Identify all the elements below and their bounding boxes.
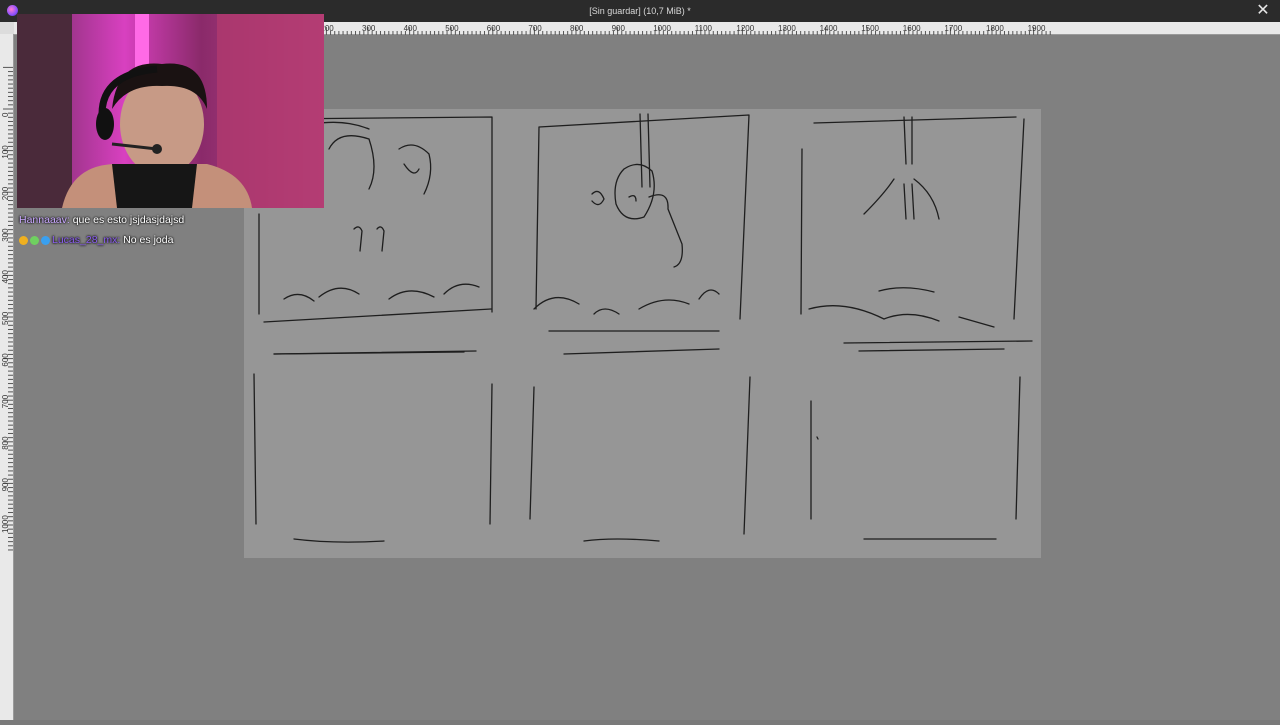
ruler-label: 500 — [445, 24, 459, 33]
ruler-label: 400 — [404, 24, 418, 33]
ruler-label: 900 — [1, 478, 10, 492]
ruler-label: 100 — [1, 145, 10, 159]
badge-icon — [19, 235, 28, 245]
ruler-label: 700 — [528, 24, 542, 33]
ruler-label: 1000 — [1, 515, 10, 533]
ruler-label: 900 — [612, 24, 626, 33]
panel-2 — [533, 113, 750, 355]
chat-message: Lucas_28_mx: No es joda — [19, 230, 184, 250]
badge-icon — [30, 235, 39, 245]
ruler-label: 800 — [570, 24, 584, 33]
storyboard-sketch — [253, 113, 1033, 543]
drawing-canvas[interactable] — [244, 109, 1041, 558]
bottom-row-panels — [253, 350, 1021, 543]
ruler-label: 300 — [1, 228, 10, 242]
badge-icon — [41, 235, 50, 245]
ruler-label: 200 — [1, 186, 10, 200]
ruler-label: 500 — [1, 311, 10, 325]
ruler-label: 1100 — [695, 24, 713, 33]
chat-overlay: Hannaaav: que es esto jsjdasjdajsd Lucas… — [19, 210, 184, 250]
ruler-label: 1700 — [944, 24, 962, 33]
chat-username: Hannaaav: — [19, 214, 70, 226]
chat-text: No es joda — [123, 234, 174, 246]
ruler-label: 300 — [362, 24, 376, 33]
ruler-label: 1600 — [903, 24, 921, 33]
ruler-label: 1300 — [778, 24, 796, 33]
chat-username: Lucas_28_mx: — [52, 234, 121, 246]
chat-text: que es esto jsjdasjdajsd — [72, 214, 185, 226]
webcam-overlay — [17, 14, 324, 208]
close-icon[interactable]: ✕ — [1254, 2, 1272, 20]
ruler-label: 1200 — [736, 24, 754, 33]
vertical-ruler[interactable]: 0 100 200 300 400 500 600 700 800 900 1000 — [0, 34, 14, 720]
ruler-label: 600 — [487, 24, 501, 33]
ruler-corner — [0, 22, 14, 34]
ruler-label: 600 — [1, 353, 10, 367]
ruler-label: 700 — [1, 394, 10, 408]
chat-message: Hannaaav: que es esto jsjdasjdajsd — [19, 210, 184, 230]
ruler-label: 1500 — [861, 24, 879, 33]
ruler-label: 1000 — [653, 24, 671, 33]
ruler-label: 0 — [1, 112, 10, 117]
ruler-label: 1400 — [820, 24, 838, 33]
ruler-label: 1900 — [1028, 24, 1046, 33]
ruler-label: 1800 — [986, 24, 1004, 33]
ruler-label: 400 — [1, 270, 10, 284]
streamer-video — [17, 14, 324, 208]
vertical-ruler-ticks: 0 100 200 300 400 500 600 700 800 900 1000 — [1, 66, 13, 551]
ruler-label: 800 — [1, 436, 10, 450]
panel-3 — [800, 116, 1033, 352]
